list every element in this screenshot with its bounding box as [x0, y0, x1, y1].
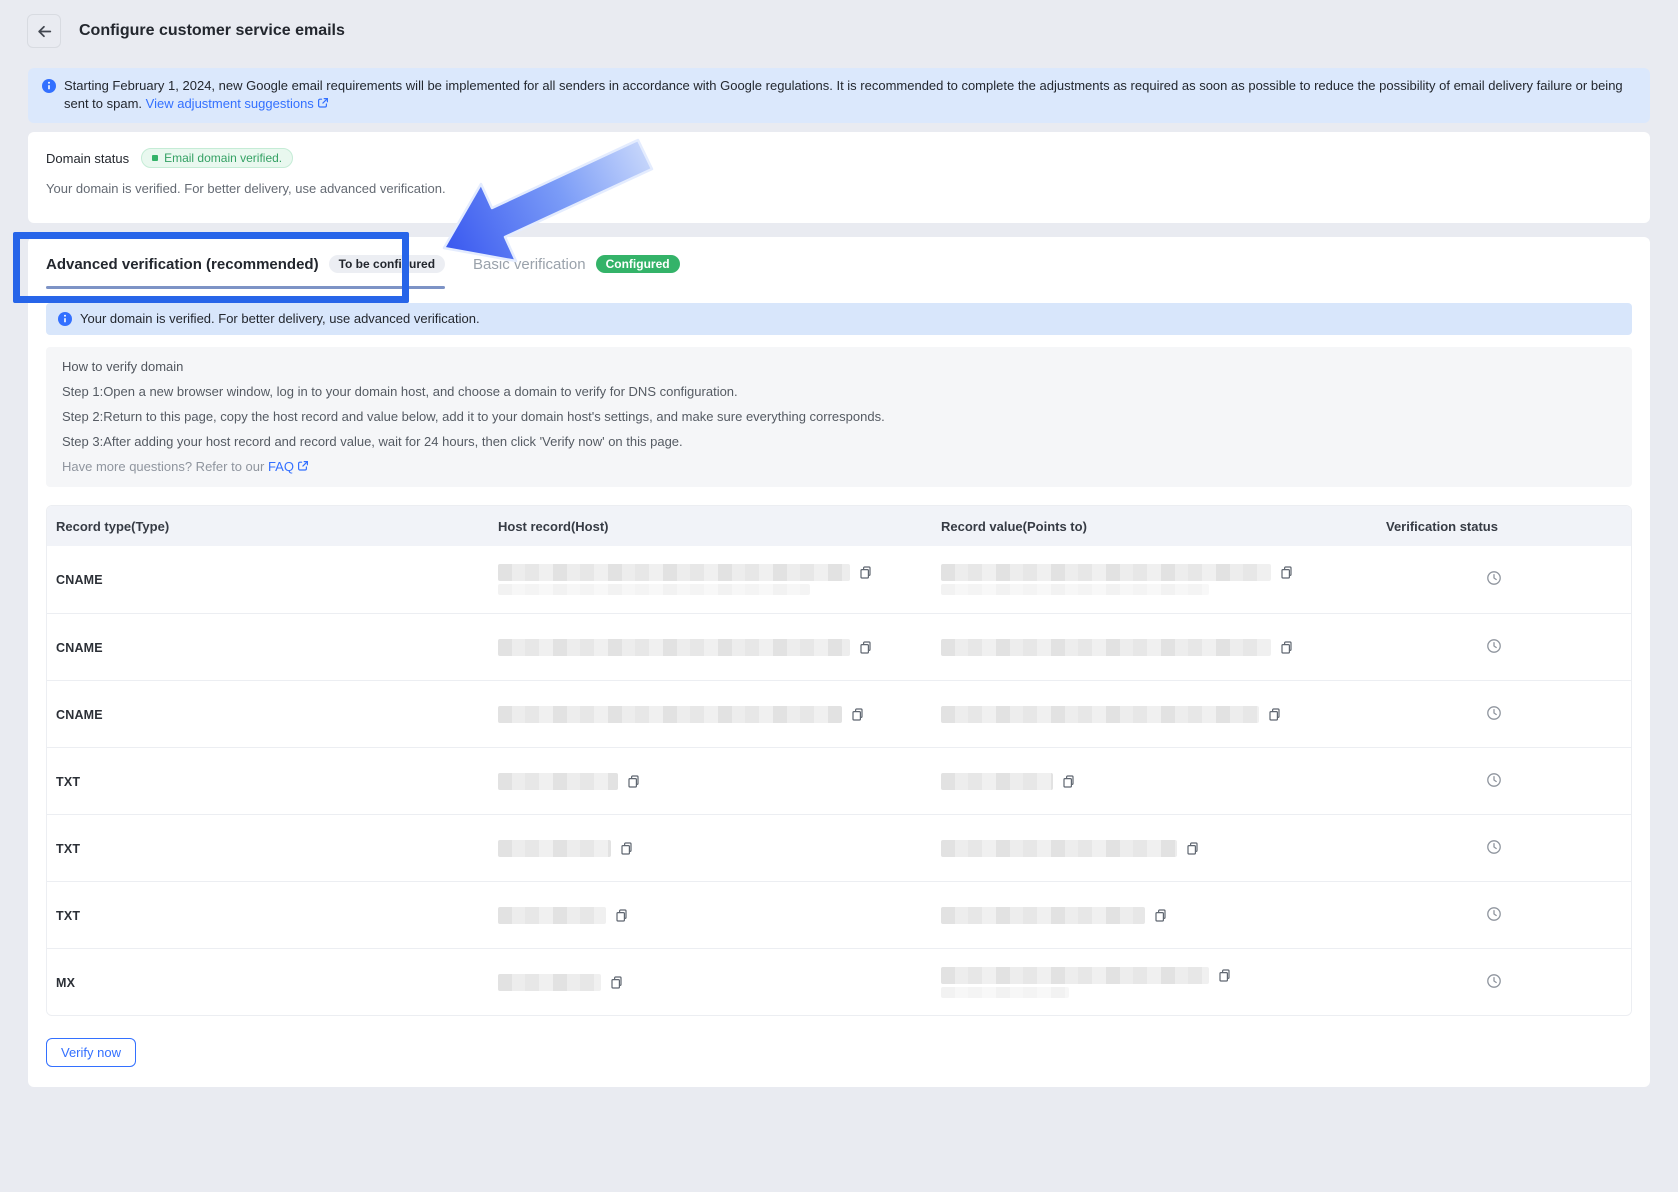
howto-step-2: Step 2:Return to this page, copy the hos…: [62, 409, 1616, 424]
arrow-left-icon: [36, 23, 53, 40]
record-type: CNAME: [56, 708, 103, 722]
inner-banner-text: Your domain is verified. For better deli…: [80, 310, 480, 328]
page-title: Configure customer service emails: [79, 22, 345, 40]
redacted-record-value-line2: [941, 987, 1069, 998]
table-row: MX: [47, 948, 1631, 1015]
howto-title: How to verify domain: [62, 359, 1616, 374]
record-type: CNAME: [56, 573, 103, 587]
info-icon: [42, 79, 56, 114]
pending-clock-icon: [1486, 709, 1502, 724]
view-adjustment-suggestions-link[interactable]: View adjustment suggestions: [146, 96, 314, 111]
how-to-verify-section: How to verify domain Step 1:Open a new b…: [46, 347, 1632, 487]
tab-basic-verification[interactable]: Basic verification Configured: [473, 253, 680, 275]
col-header-record-value: Record value(Points to): [932, 519, 1377, 534]
redacted-record-value: [941, 907, 1145, 924]
copy-icon[interactable]: [850, 707, 865, 722]
copy-icon[interactable]: [858, 565, 873, 580]
google-requirements-banner: Starting February 1, 2024, new Google em…: [28, 68, 1650, 123]
howto-step-1: Step 1:Open a new browser window, log in…: [62, 384, 1616, 399]
pending-clock-icon: [1486, 776, 1502, 791]
tab-advanced-verification[interactable]: Advanced verification (recommended) To b…: [46, 253, 445, 289]
copy-icon[interactable]: [858, 640, 873, 655]
external-link-icon: [297, 460, 309, 475]
configured-badge: Configured: [596, 255, 680, 273]
banner-text: Starting February 1, 2024, new Google em…: [64, 77, 1634, 114]
col-header-verification-status: Verification status: [1377, 519, 1631, 534]
redacted-host-record: [498, 773, 618, 790]
redacted-record-value: [941, 564, 1271, 581]
domain-verified-banner: Your domain is verified. For better deli…: [46, 303, 1632, 335]
active-tab-underline: [46, 286, 445, 289]
redacted-host-record: [498, 840, 611, 857]
table-row: CNAME: [47, 680, 1631, 747]
copy-icon[interactable]: [1279, 565, 1294, 580]
redacted-record-value: [941, 706, 1259, 723]
table-row: CNAME: [47, 546, 1631, 613]
redacted-record-value-line2: [941, 584, 1209, 595]
pending-clock-icon: [1486, 642, 1502, 657]
table-row: CNAME: [47, 613, 1631, 680]
redacted-host-record: [498, 907, 606, 924]
copy-icon[interactable]: [1267, 707, 1282, 722]
copy-icon[interactable]: [609, 975, 624, 990]
record-type: CNAME: [56, 641, 103, 655]
redacted-host-record: [498, 639, 850, 656]
table-header-row: Record type(Type) Host record(Host) Reco…: [47, 506, 1631, 546]
redacted-host-record-line2: [498, 584, 810, 595]
table-body: CNAME CNAME: [47, 546, 1631, 1015]
record-type: TXT: [56, 909, 80, 923]
howto-faq-line: Have more questions? Refer to our FAQ: [62, 459, 1616, 475]
tab-basic-label: Basic verification: [473, 256, 586, 273]
redacted-record-value: [941, 639, 1271, 656]
pending-clock-icon: [1486, 977, 1502, 992]
col-header-record-type: Record type(Type): [47, 519, 489, 534]
green-dot-icon: [152, 155, 158, 161]
table-row: TXT: [47, 814, 1631, 881]
domain-status-description: Your domain is verified. For better deli…: [46, 181, 1632, 196]
record-type: TXT: [56, 775, 80, 789]
redacted-record-value: [941, 967, 1209, 984]
dns-records-table: Record type(Type) Host record(Host) Reco…: [46, 505, 1632, 1016]
back-button[interactable]: [27, 14, 61, 48]
copy-icon[interactable]: [614, 908, 629, 923]
pending-clock-icon: [1486, 843, 1502, 858]
faq-link[interactable]: FAQ: [268, 459, 294, 474]
redacted-host-record: [498, 706, 842, 723]
copy-icon[interactable]: [1061, 774, 1076, 789]
external-link-icon: [317, 96, 329, 114]
copy-icon[interactable]: [619, 841, 634, 856]
copy-icon[interactable]: [1217, 968, 1232, 983]
copy-icon[interactable]: [1153, 908, 1168, 923]
pending-clock-icon: [1486, 910, 1502, 925]
record-type: TXT: [56, 842, 80, 856]
copy-icon[interactable]: [626, 774, 641, 789]
copy-icon[interactable]: [1185, 841, 1200, 856]
col-header-host-record: Host record(Host): [489, 519, 932, 534]
domain-status-label: Domain status: [46, 151, 129, 166]
to-be-configured-badge: To be configured: [329, 255, 445, 273]
record-type: MX: [56, 976, 75, 990]
table-row: TXT: [47, 881, 1631, 948]
redacted-record-value: [941, 773, 1053, 790]
copy-icon[interactable]: [1279, 640, 1294, 655]
domain-verified-badge: Email domain verified.: [141, 148, 293, 168]
table-row: TXT: [47, 747, 1631, 814]
verification-card: Advanced verification (recommended) To b…: [28, 237, 1650, 1087]
redacted-host-record: [498, 564, 850, 581]
page-header: Configure customer service emails: [0, 0, 1678, 62]
verification-tabs: Advanced verification (recommended) To b…: [46, 253, 1632, 289]
verify-now-button[interactable]: Verify now: [46, 1038, 136, 1067]
tab-advanced-label: Advanced verification (recommended): [46, 256, 319, 273]
redacted-host-record: [498, 974, 601, 991]
info-icon: [58, 312, 72, 326]
pending-clock-icon: [1486, 574, 1502, 589]
howto-step-3: Step 3:After adding your host record and…: [62, 434, 1616, 449]
redacted-record-value: [941, 840, 1177, 857]
domain-status-card: Domain status Email domain verified. You…: [28, 132, 1650, 223]
